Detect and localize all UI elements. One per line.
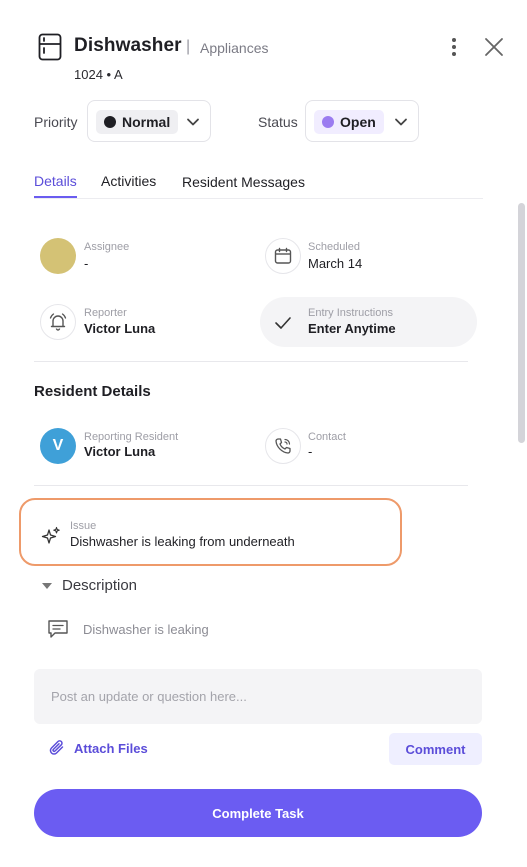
status-select[interactable]: Open: [305, 100, 419, 142]
assignee-label: Assignee: [84, 241, 130, 253]
update-input[interactable]: [34, 669, 482, 724]
status-pill: Open: [314, 110, 384, 134]
chevron-down-icon: [395, 118, 407, 126]
issue-value[interactable]: Dishwasher is leaking from underneath: [70, 534, 295, 549]
status-dot: [322, 116, 334, 128]
priority-dot: [104, 116, 116, 128]
tab-resident-messages[interactable]: Resident Messages: [182, 174, 305, 190]
tab-details[interactable]: Details: [34, 173, 77, 189]
phone-icon: [275, 438, 291, 454]
paperclip-icon: [49, 740, 64, 755]
calendar-icon-wrap: [265, 238, 301, 274]
calendar-icon: [274, 247, 292, 264]
description-toggle[interactable]: Description: [62, 577, 137, 594]
scrollbar-thumb[interactable]: [518, 203, 525, 443]
priority-label: Priority: [34, 114, 78, 130]
phone-icon-wrap: [265, 428, 301, 464]
reporting-resident-value[interactable]: Victor Luna: [84, 444, 155, 459]
alert-bell-icon: [49, 313, 67, 331]
comment-button[interactable]: Comment: [389, 733, 482, 765]
divider: [34, 361, 468, 362]
issue-highlight: [19, 498, 402, 566]
task-title: Dishwasher: [74, 35, 182, 56]
entry-instructions-value: Enter Anytime: [308, 321, 396, 336]
title-separator: |: [186, 38, 191, 55]
assignee-value[interactable]: -: [84, 256, 88, 271]
more-vertical-icon: [452, 38, 456, 56]
priority-select[interactable]: Normal: [87, 100, 211, 142]
sparkle-icon: [40, 525, 62, 547]
resident-avatar: V: [40, 428, 76, 464]
appliance-icon: [38, 33, 62, 61]
message-icon: [46, 618, 70, 640]
status-value: Open: [340, 114, 376, 130]
attach-files-button[interactable]: Attach Files: [48, 739, 148, 757]
scheduled-value[interactable]: March 14: [308, 256, 362, 271]
tab-activities[interactable]: Activities: [101, 173, 156, 189]
caret-down-icon[interactable]: [41, 582, 53, 590]
issue-label: Issue: [70, 520, 97, 532]
entry-instructions-label: Entry Instructions: [308, 307, 393, 319]
priority-pill: Normal: [96, 110, 179, 134]
close-button[interactable]: [482, 35, 506, 59]
description-text: Dishwasher is leaking: [83, 622, 209, 637]
status-label: Status: [258, 114, 298, 130]
bell-icon-wrap: [40, 304, 76, 340]
scheduled-label: Scheduled: [308, 241, 360, 253]
reporter-label: Reporter: [84, 307, 127, 319]
priority-value: Normal: [122, 114, 171, 130]
complete-task-button[interactable]: Complete Task: [34, 789, 482, 837]
task-category: Appliances: [200, 40, 269, 56]
more-options-button[interactable]: [444, 34, 464, 60]
tabs-divider: [34, 198, 483, 199]
unit-label: 1024 • A: [74, 67, 123, 82]
contact-label: Contact: [308, 431, 346, 443]
resident-details-title: Resident Details: [34, 383, 151, 400]
assignee-avatar: [40, 238, 76, 274]
checkmark-icon: [272, 312, 294, 334]
reporter-value: Victor Luna: [84, 321, 156, 336]
divider: [34, 485, 468, 486]
active-tab-indicator: [34, 196, 77, 198]
chevron-down-icon: [187, 118, 199, 126]
contact-value: -: [308, 444, 313, 459]
attach-files-label: Attach Files: [74, 740, 148, 756]
reporting-resident-label: Reporting Resident: [84, 431, 179, 443]
close-icon: [485, 38, 503, 56]
